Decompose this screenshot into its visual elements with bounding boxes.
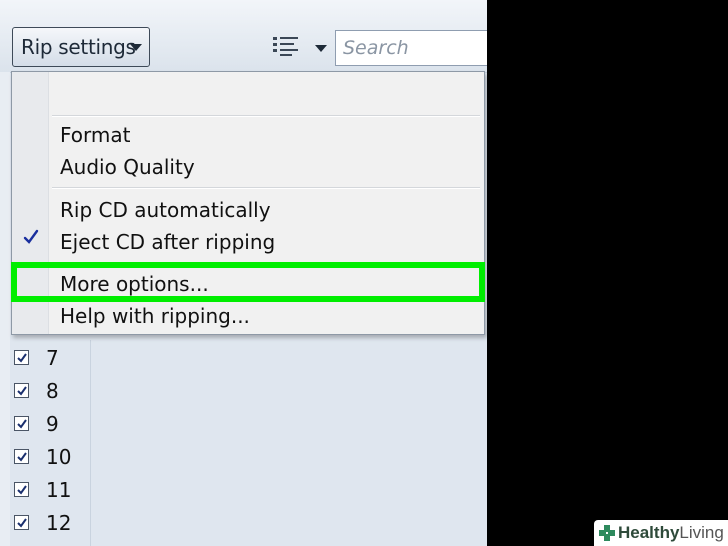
track-checkbox[interactable]: [14, 383, 29, 398]
checkmark-icon: [17, 419, 27, 429]
checkmark-icon: [17, 452, 27, 462]
menu-item-empty: [52, 78, 480, 112]
checkmark-icon: [17, 485, 27, 495]
track-checkbox[interactable]: [14, 350, 29, 365]
menu-item-rip-cd-automatically[interactable]: Rip CD automatically: [60, 198, 271, 222]
track-row: 10: [0, 441, 90, 474]
watermark-brand-regular: Living: [679, 523, 724, 542]
view-options-dropdown-icon[interactable]: [315, 45, 327, 52]
menu-separator: [52, 187, 480, 189]
healthy-living-watermark: HealthyLiving: [594, 520, 728, 546]
track-row: 9: [0, 408, 90, 441]
rip-settings-button[interactable]: Rip settings: [12, 27, 150, 67]
menu-item-audio-quality[interactable]: Audio Quality: [60, 155, 195, 179]
track-checkbox[interactable]: [14, 515, 29, 530]
view-options-icon[interactable]: [272, 36, 300, 58]
watermark-brand-bold: Healthy: [618, 523, 680, 542]
menu-item-eject-cd-after-ripping[interactable]: Eject CD after ripping: [60, 230, 275, 254]
column-divider: [90, 340, 91, 546]
menu-item-help-with-ripping[interactable]: Help with ripping...: [60, 304, 250, 328]
track-number: 7: [46, 346, 59, 370]
track-row: 8: [0, 375, 90, 408]
track-checkbox[interactable]: [14, 416, 29, 431]
track-row: 11: [0, 474, 90, 507]
media-player-window: Rip settings 7 8: [0, 0, 487, 546]
more-options-highlight-box: [11, 262, 485, 302]
watermark-text: HealthyLiving: [618, 522, 724, 544]
track-number: 11: [46, 478, 72, 502]
track-checkbox[interactable]: [14, 449, 29, 464]
track-row: 12: [0, 507, 90, 540]
menu-separator: [52, 115, 480, 117]
track-number: 9: [46, 412, 59, 436]
track-number: 10: [46, 445, 72, 469]
menu-item-format[interactable]: Format: [60, 123, 130, 147]
search-input[interactable]: [335, 30, 487, 66]
toolbar: Rip settings: [0, 0, 487, 73]
rip-settings-label: Rip settings: [21, 35, 136, 59]
plus-cross-icon: [599, 525, 615, 541]
checkmark-icon: [17, 353, 27, 363]
chevron-down-icon: [130, 44, 142, 51]
track-number: 8: [46, 379, 59, 403]
track-checkbox[interactable]: [14, 482, 29, 497]
checkmark-icon: [17, 518, 27, 528]
checkmark-icon: [17, 386, 27, 396]
track-number: 12: [46, 511, 72, 535]
track-row: 7: [0, 342, 90, 375]
checkmark-icon: [23, 229, 39, 244]
